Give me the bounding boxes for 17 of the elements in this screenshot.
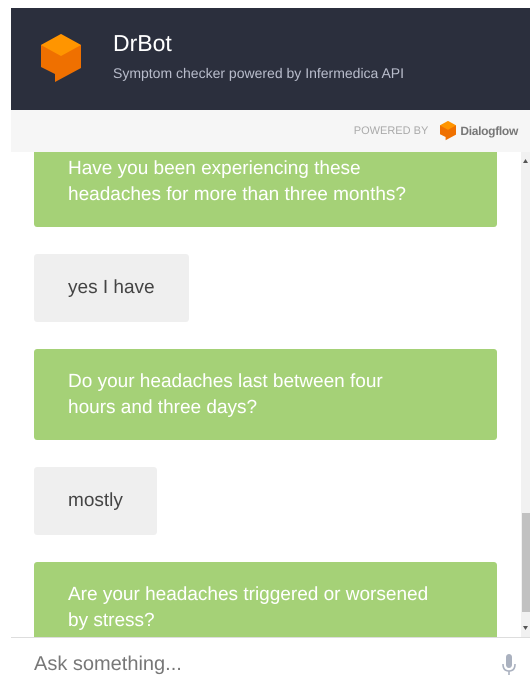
user-message: yes I have [34, 254, 189, 322]
scroll-thumb[interactable] [522, 513, 530, 612]
message-input-field[interactable]: Ask something... [32, 652, 502, 677]
scrollbar[interactable] [521, 152, 530, 637]
bot-message: Are your headaches triggered or worsened by stress? [34, 562, 497, 637]
bot-message: Do your headaches last between four hours and three days? [34, 349, 497, 440]
dialogflow-logo-icon [440, 121, 456, 141]
bot-message: Have you been experiencing these headaches for more than three months? [34, 152, 497, 227]
powered-by-label: POWERED BY [354, 125, 428, 137]
app-subtitle: Symptom checker powered by Infermedica API [113, 64, 404, 80]
scroll-down-icon[interactable] [522, 625, 529, 631]
microphone-icon[interactable] [502, 654, 516, 676]
bot-logo-icon [41, 34, 81, 84]
brand-name: Dialogflow [460, 124, 518, 138]
scroll-up-icon[interactable] [522, 158, 529, 164]
app-title: DrBot [113, 30, 173, 56]
user-message: mostly [34, 467, 157, 535]
